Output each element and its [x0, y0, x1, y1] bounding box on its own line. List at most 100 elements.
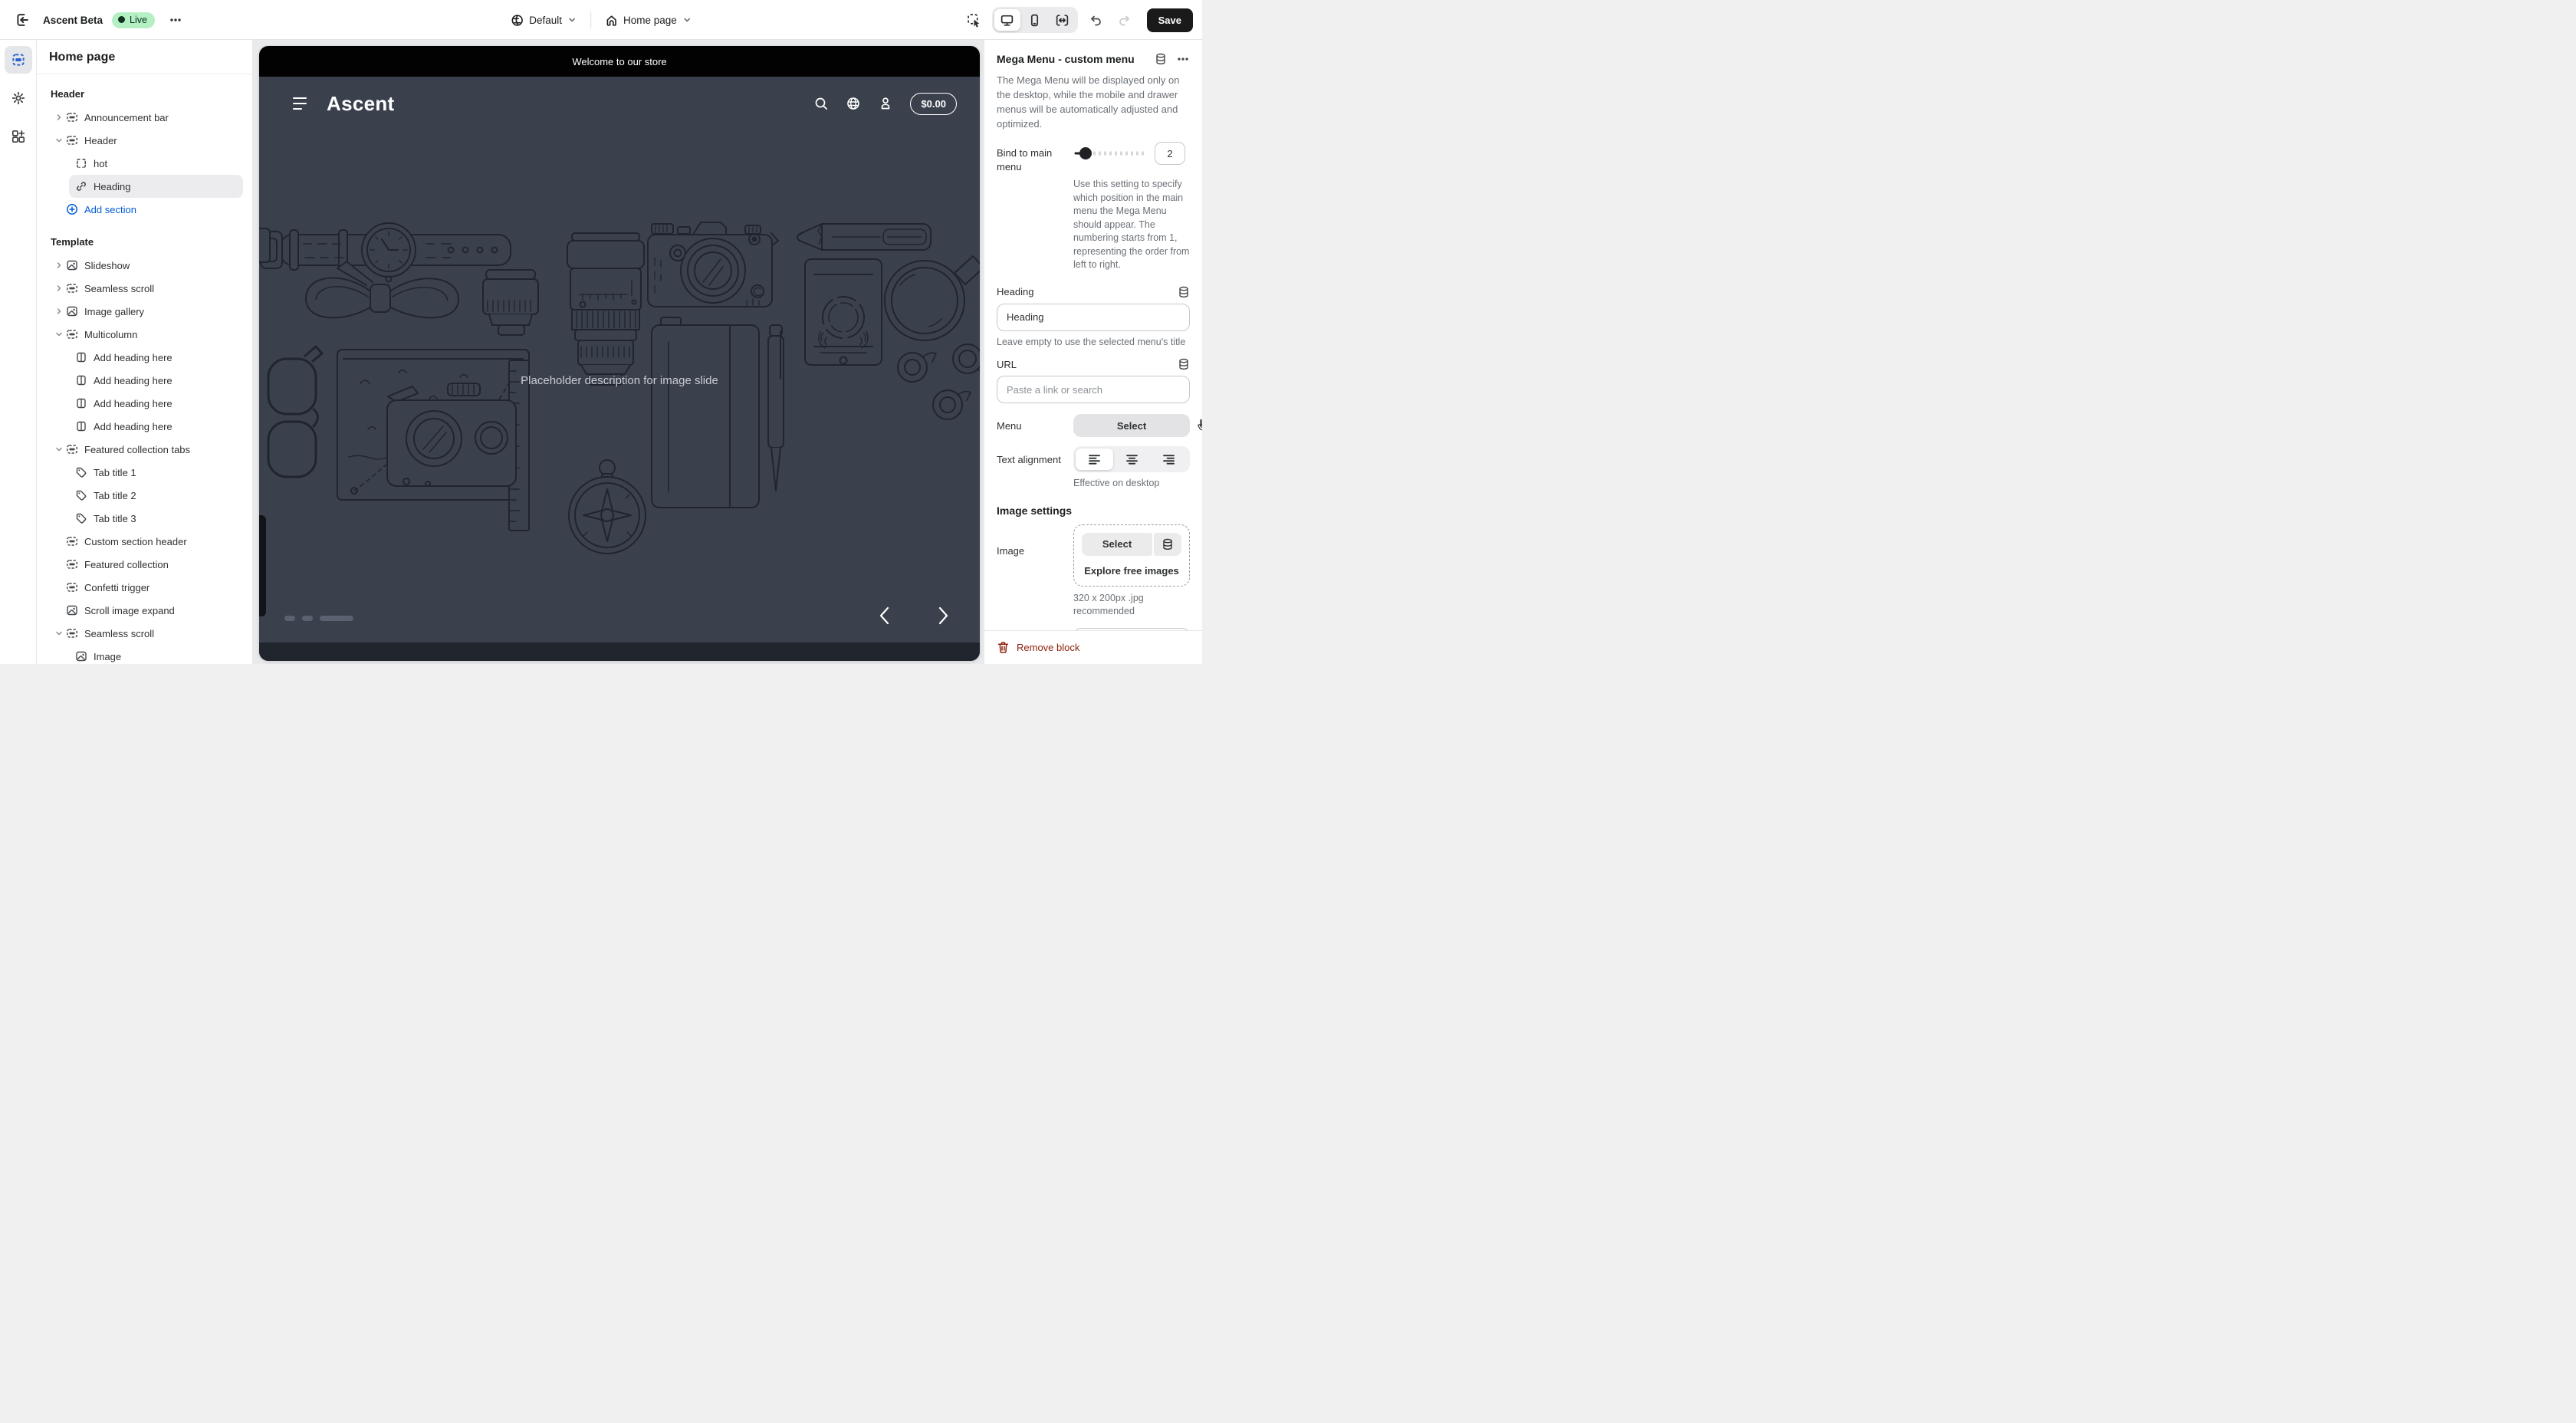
layer-row-hot[interactable]: hot — [69, 152, 243, 175]
menu-field: Menu Select — [997, 414, 1190, 437]
layer-row-add-heading-here[interactable]: Add heading here — [69, 369, 243, 392]
more-actions-button[interactable] — [164, 8, 187, 31]
save-button[interactable]: Save — [1147, 8, 1193, 32]
layer-label: Add heading here — [94, 398, 172, 409]
bind-position-input[interactable]: 2 — [1155, 142, 1185, 165]
layer-label: Scroll image expand — [84, 605, 175, 616]
exit-editor-icon[interactable] — [11, 8, 34, 31]
layer-row-seamless-scroll[interactable]: Seamless scroll — [46, 277, 243, 300]
store-logo[interactable]: Ascent — [327, 92, 395, 116]
chevron-right-icon[interactable] — [52, 261, 66, 270]
theme-settings-button[interactable] — [5, 84, 32, 112]
alignment-help: Effective on desktop — [1073, 477, 1190, 491]
chevron-down-icon[interactable] — [52, 136, 66, 145]
menu-select-button[interactable]: Select — [1073, 414, 1190, 437]
align-right-button[interactable] — [1150, 449, 1188, 470]
heading-input[interactable]: Heading — [997, 304, 1190, 331]
remove-block-button[interactable]: Remove block — [984, 630, 1202, 664]
carousel-dot[interactable] — [284, 616, 295, 621]
bind-position-slider[interactable] — [1073, 146, 1148, 161]
chevron-down-icon[interactable] — [52, 445, 66, 454]
live-dot-icon — [118, 16, 125, 23]
layer-row-heading[interactable]: Heading — [69, 175, 243, 198]
page-selector-dropdown[interactable]: Home page — [599, 9, 698, 31]
layer-row-image-gallery[interactable]: Image gallery — [46, 300, 243, 323]
url-label: URL — [997, 359, 1178, 370]
menu-icon[interactable] — [293, 97, 308, 110]
chevron-down-icon[interactable] — [52, 629, 66, 638]
sec-icon — [66, 535, 78, 547]
block-description: The Mega Menu will be displayed only on … — [997, 74, 1190, 131]
layer-row-tab-title-2[interactable]: Tab title 2 — [69, 484, 243, 507]
layer-row-featured-collection-tabs[interactable]: Featured collection tabs — [46, 438, 243, 461]
carousel-dot[interactable] — [302, 616, 313, 621]
layer-row-custom-section-header[interactable]: Custom section header — [46, 530, 243, 553]
bind-to-main-menu-field: Bind to main menu 2 — [997, 142, 1190, 173]
chevron-right-icon[interactable] — [52, 307, 66, 316]
carousel-dot-active[interactable] — [320, 616, 353, 621]
layer-label: Image — [94, 651, 121, 662]
store-preview[interactable]: Welcome to our store Ascent $0.00 — [259, 46, 980, 661]
view-selector-dropdown[interactable]: Default — [504, 9, 583, 31]
layer-label: Heading — [94, 181, 130, 192]
more-options-icon[interactable] — [1176, 52, 1190, 66]
dynamic-source-icon[interactable] — [1178, 358, 1190, 370]
announcement-bar[interactable]: Welcome to our store — [259, 46, 980, 77]
layer-row-header[interactable]: Header — [46, 129, 243, 152]
layer-label: Add heading here — [94, 375, 172, 386]
layer-row-featured-collection[interactable]: Featured collection — [46, 553, 243, 576]
align-left-button[interactable] — [1076, 449, 1113, 470]
layer-row-scroll-image-expand[interactable]: Scroll image expand — [46, 599, 243, 622]
layer-row-image[interactable]: Image — [69, 645, 243, 664]
layer-row-add-heading-here[interactable]: Add heading here — [69, 415, 243, 438]
layer-label: Tab title 3 — [94, 513, 136, 524]
layer-row-tab-title-1[interactable]: Tab title 1 — [69, 461, 243, 484]
block-title: Mega Menu - custom menu — [997, 53, 1155, 65]
explore-free-images-link[interactable]: Explore free images — [1082, 565, 1181, 577]
fullwidth-view-button[interactable] — [1050, 9, 1076, 31]
url-input[interactable]: Paste a link or search — [997, 376, 1190, 403]
undo-button[interactable] — [1084, 8, 1107, 31]
sec-icon — [66, 111, 78, 123]
plus-icon — [66, 203, 78, 215]
account-icon[interactable] — [878, 96, 893, 111]
next-slide-button[interactable] — [934, 604, 952, 627]
drawer-handle[interactable] — [259, 515, 266, 616]
dynamic-source-icon[interactable] — [1178, 286, 1190, 298]
add-section-button[interactable]: Add section — [46, 198, 243, 221]
image-recommend-help: 320 x 200px .jpg recommended — [1073, 592, 1190, 619]
search-icon[interactable] — [813, 96, 829, 111]
cart-total-button[interactable]: $0.00 — [910, 93, 957, 115]
previous-slide-button[interactable] — [876, 604, 894, 627]
align-center-button[interactable] — [1113, 449, 1151, 470]
layer-row-tab-title-3[interactable]: Tab title 3 — [69, 507, 243, 530]
image-select-button[interactable]: Select — [1082, 533, 1152, 556]
layer-label: Announcement bar — [84, 112, 169, 123]
layer-row-announcement-bar[interactable]: Announcement bar — [46, 106, 243, 129]
desktop-view-button[interactable] — [994, 9, 1020, 31]
chevron-right-icon[interactable] — [52, 284, 66, 293]
app-embeds-button[interactable] — [5, 123, 32, 150]
layer-row-seamless-scroll[interactable]: Seamless scroll — [46, 622, 243, 645]
chevron-down-icon[interactable] — [52, 330, 66, 339]
layer-row-multicolumn[interactable]: Multicolumn — [46, 323, 243, 346]
sections-tab-button[interactable] — [5, 46, 32, 74]
layer-row-add-heading-here[interactable]: Add heading here — [69, 392, 243, 415]
chevron-right-icon[interactable] — [52, 113, 66, 122]
redo-button[interactable] — [1113, 8, 1136, 31]
top-bar: Ascent Beta Live Default Home page Save — [0, 0, 1202, 40]
locale-globe-icon[interactable] — [846, 96, 861, 111]
layer-row-confetti-trigger[interactable]: Confetti trigger — [46, 576, 243, 599]
tag-icon — [75, 512, 87, 524]
mobile-view-button[interactable] — [1022, 9, 1048, 31]
image-drop-zone[interactable]: Select Explore free images — [1073, 524, 1190, 587]
sec-icon — [66, 282, 78, 294]
layer-row-add-heading-here[interactable]: Add heading here — [69, 346, 243, 369]
dynamic-source-icon[interactable] — [1155, 53, 1167, 65]
inspector-mode-button[interactable] — [963, 8, 986, 31]
image-field: Image Select Explore free images — [997, 524, 1190, 587]
sec-icon — [66, 581, 78, 593]
sec-icon — [66, 558, 78, 570]
image-dynamic-source-button[interactable] — [1154, 533, 1181, 556]
layer-row-slideshow[interactable]: Slideshow — [46, 254, 243, 277]
